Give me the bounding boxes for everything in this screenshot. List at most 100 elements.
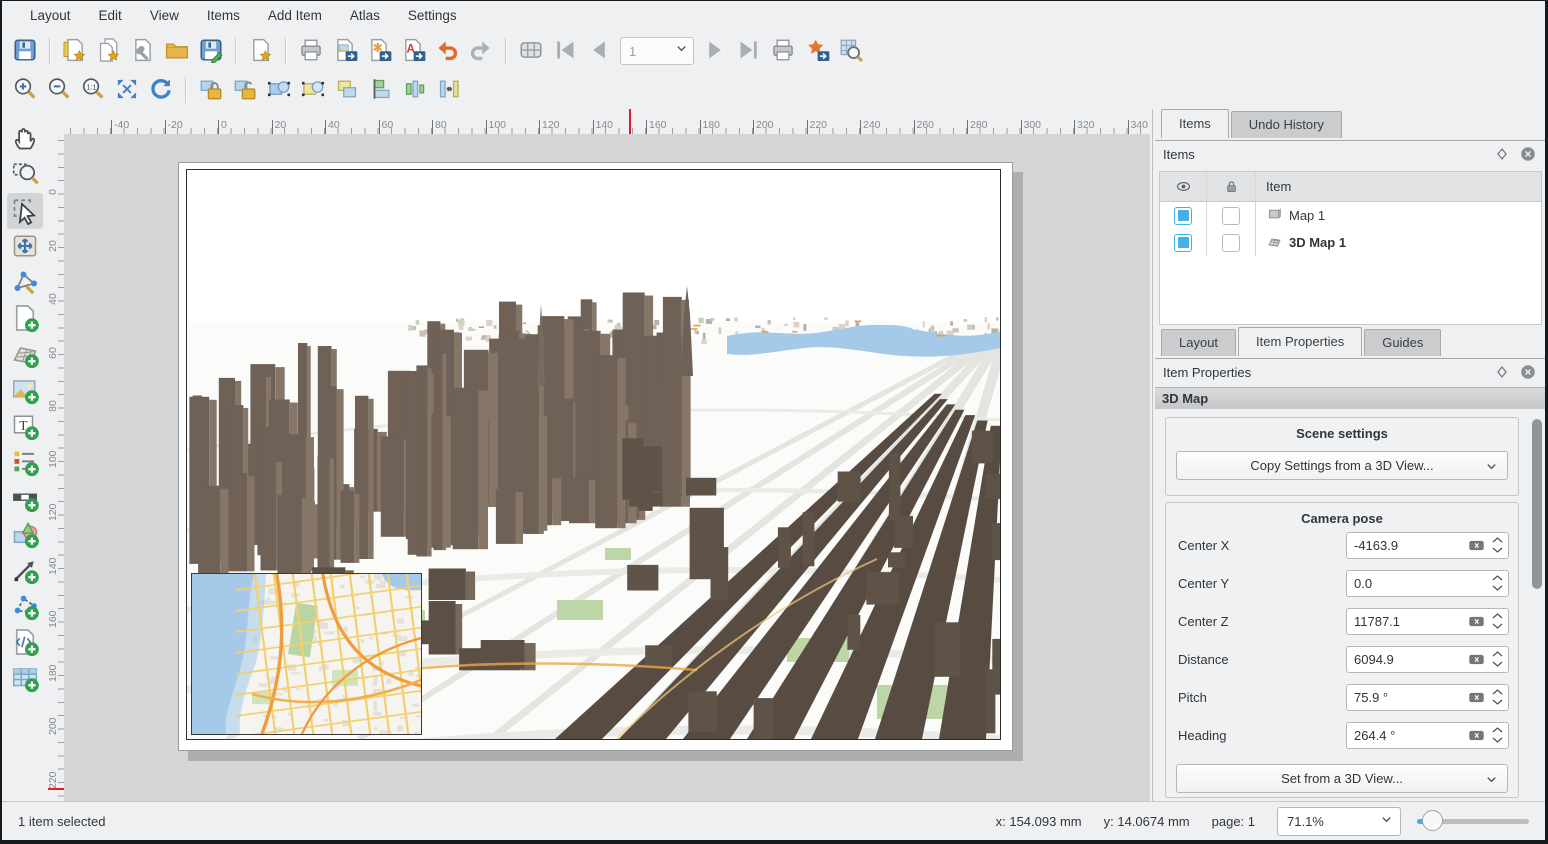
spinbox-value[interactable]	[1347, 728, 1467, 743]
spin-up-icon[interactable]	[1492, 537, 1503, 543]
clear-field-icon[interactable]	[1467, 614, 1486, 628]
spinbox-value[interactable]	[1347, 538, 1467, 553]
clear-field-icon[interactable]	[1467, 690, 1486, 704]
lock-items-button[interactable]	[194, 74, 228, 106]
spin-down-icon[interactable]	[1492, 699, 1503, 705]
menu-items[interactable]: Items	[193, 1, 254, 31]
select-all-button[interactable]	[262, 74, 296, 106]
next-feature-button[interactable]	[698, 35, 732, 67]
close-panel-icon[interactable]	[1518, 362, 1538, 382]
float-panel-icon[interactable]	[1492, 362, 1512, 382]
add-html-tool-button[interactable]	[7, 625, 43, 661]
edit-nodes-item-tool-button[interactable]	[7, 265, 43, 301]
center-y-spinbox[interactable]	[1346, 570, 1509, 597]
save-as-template-button[interactable]	[194, 35, 228, 67]
menu-atlas[interactable]: Atlas	[336, 1, 394, 31]
add-map-tool-button[interactable]	[7, 301, 43, 337]
zoom-out-button[interactable]	[42, 74, 76, 106]
map-item[interactable]	[191, 573, 422, 735]
distribute-items-button[interactable]	[398, 74, 432, 106]
zoom-in-button[interactable]	[8, 74, 42, 106]
previous-feature-button[interactable]	[582, 35, 616, 67]
lock-checkbox[interactable]	[1222, 207, 1240, 225]
move-item-content-tool-button[interactable]	[7, 229, 43, 265]
spinbox-value[interactable]	[1347, 690, 1467, 705]
menu-layout[interactable]: Layout	[16, 1, 85, 31]
spin-down-icon[interactable]	[1492, 661, 1503, 667]
zoom-slider[interactable]	[1417, 810, 1529, 832]
export-pdf-button[interactable]: A	[396, 35, 430, 67]
last-feature-button[interactable]	[732, 35, 766, 67]
add-scalebar-tool-button[interactable]	[7, 481, 43, 517]
undo-button[interactable]	[430, 35, 464, 67]
layout-manager-button[interactable]	[126, 35, 160, 67]
unlock-items-button[interactable]	[228, 74, 262, 106]
new-layout-button[interactable]	[58, 35, 92, 67]
visibility-checkbox[interactable]	[1174, 207, 1192, 225]
clear-field-icon[interactable]	[1467, 538, 1486, 552]
add-attribute-table-tool-button[interactable]	[7, 661, 43, 697]
add-arrow-tool-button[interactable]	[7, 553, 43, 589]
zoom-slider-handle[interactable]	[1422, 810, 1443, 831]
spin-down-icon[interactable]	[1492, 585, 1503, 591]
pitch-spinbox[interactable]	[1346, 684, 1509, 711]
align-items-button[interactable]	[364, 74, 398, 106]
export-svg-button[interactable]	[362, 35, 396, 67]
lock-checkbox[interactable]	[1222, 234, 1240, 252]
spinbox-value[interactable]	[1347, 576, 1489, 591]
copy-settings-from-3d-view-button[interactable]: Copy Settings from a 3D View...	[1176, 451, 1508, 480]
tab-items[interactable]: Items	[1161, 109, 1229, 138]
visibility-checkbox[interactable]	[1174, 234, 1192, 252]
first-feature-button[interactable]	[548, 35, 582, 67]
menu-settings[interactable]: Settings	[394, 1, 471, 31]
heading-spinbox[interactable]	[1346, 722, 1509, 749]
spin-up-icon[interactable]	[1492, 651, 1503, 657]
duplicate-layout-button[interactable]	[92, 35, 126, 67]
zoom-actual-button[interactable]: 1:1	[76, 74, 110, 106]
float-panel-icon[interactable]	[1492, 144, 1512, 164]
print-atlas-button[interactable]	[766, 35, 800, 67]
pan-tool-button[interactable]	[7, 121, 43, 157]
center-x-spinbox[interactable]	[1346, 532, 1509, 559]
add-picture-tool-button[interactable]	[7, 373, 43, 409]
tab-guides[interactable]: Guides	[1364, 329, 1441, 356]
print-layout-button[interactable]	[294, 35, 328, 67]
items-table-row[interactable]: Map 1	[1160, 202, 1541, 229]
items-table-row[interactable]: 3D Map 1	[1160, 229, 1541, 256]
properties-scrollbar[interactable]	[1532, 419, 1542, 589]
preview-atlas-button[interactable]	[514, 35, 548, 67]
spin-down-icon[interactable]	[1492, 547, 1503, 553]
close-panel-icon[interactable]	[1518, 144, 1538, 164]
spin-down-icon[interactable]	[1492, 623, 1503, 629]
add-legend-tool-button[interactable]	[7, 445, 43, 481]
resize-items-button[interactable]	[432, 74, 466, 106]
menu-view[interactable]: View	[136, 1, 193, 31]
tab-undo-history[interactable]: Undo History	[1231, 111, 1342, 138]
add-shape-tool-button[interactable]	[7, 517, 43, 553]
spin-up-icon[interactable]	[1492, 575, 1503, 581]
spin-up-icon[interactable]	[1492, 613, 1503, 619]
refresh-view-button[interactable]	[144, 74, 178, 106]
add-items-from-template-button[interactable]	[244, 35, 278, 67]
add-3d-map-tool-button[interactable]	[7, 337, 43, 373]
layout-page[interactable]	[178, 162, 1013, 751]
select-move-item-tool-button[interactable]	[7, 193, 43, 229]
clear-field-icon[interactable]	[1467, 728, 1486, 742]
layout-canvas[interactable]	[64, 134, 1150, 806]
menu-add-item[interactable]: Add Item	[254, 1, 336, 31]
atlas-page-combo[interactable]: 1	[620, 37, 694, 65]
center-z-spinbox[interactable]	[1346, 608, 1509, 635]
save-button[interactable]	[8, 35, 42, 67]
set-from-3d-view-button[interactable]: Set from a 3D View...	[1176, 764, 1508, 793]
raise-items-button[interactable]	[330, 74, 364, 106]
spin-down-icon[interactable]	[1492, 737, 1503, 743]
tab-item-properties[interactable]: Item Properties	[1238, 327, 1362, 356]
add-node-item-tool-button[interactable]	[7, 589, 43, 625]
zoom-level-combo[interactable]: 71.1%	[1277, 807, 1401, 836]
export-image-button[interactable]	[328, 35, 362, 67]
spin-up-icon[interactable]	[1492, 689, 1503, 695]
tab-layout[interactable]: Layout	[1161, 329, 1236, 356]
spin-up-icon[interactable]	[1492, 727, 1503, 733]
zoom-full-button[interactable]	[110, 74, 144, 106]
clear-field-icon[interactable]	[1467, 652, 1486, 666]
